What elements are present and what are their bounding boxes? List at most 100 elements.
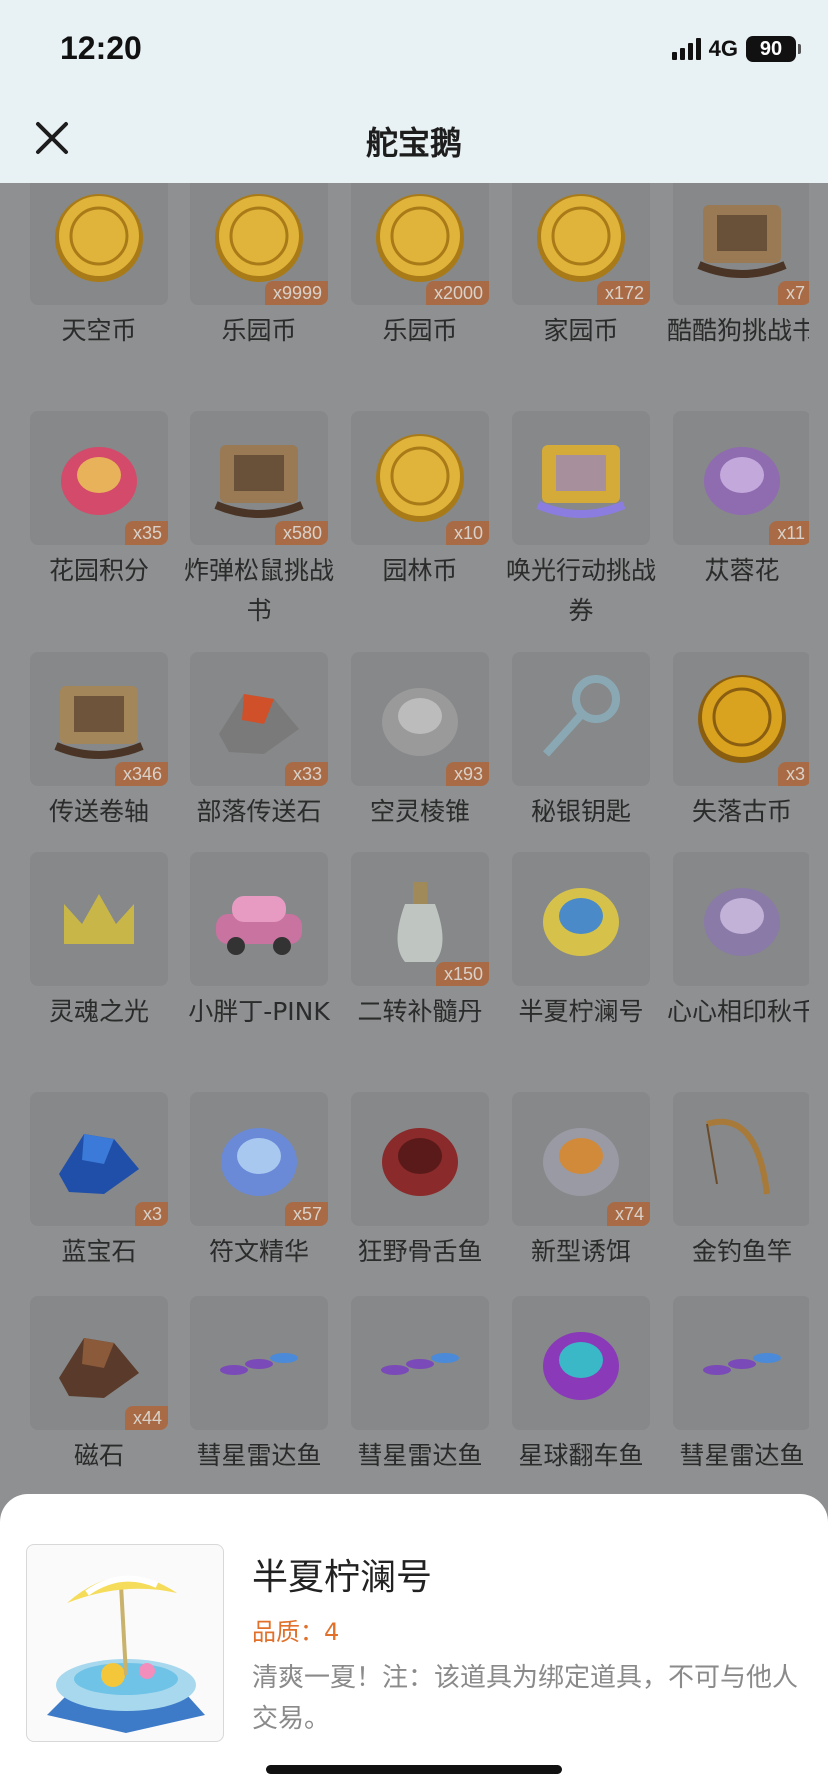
quantity-badge: x10 [445, 521, 489, 545]
grid-item-label: 灵魂之光 [48, 997, 149, 1026]
grid-item[interactable]: x3 失落古币 [662, 652, 809, 832]
grid-item-label: 苁蓉花 [704, 556, 780, 585]
detail-item-name: 半夏柠澜号 [252, 1557, 433, 1598]
arowana-fish-icon [382, 1128, 458, 1196]
grid-item[interactable]: x93 空灵棱锥 [340, 652, 500, 832]
quantity-badge: x35 [124, 521, 168, 545]
grid-item[interactable]: x172 家园币 [501, 183, 661, 351]
grid-item[interactable]: x346 传送卷轴 [19, 652, 179, 832]
grid-item[interactable]: x44 磁石 [19, 1296, 179, 1476]
grid-item[interactable]: 秘银钥匙 [501, 652, 661, 832]
grid-item-image: x11 [673, 411, 809, 545]
grid-item-label: 乐园币 [382, 316, 458, 345]
grid-item-label: 花园积分 [48, 556, 149, 585]
grid-item-label: 星球翻车鱼 [518, 1441, 644, 1470]
grid-item-label: 小胖丁-PINK [188, 997, 330, 1026]
teleport-scroll-icon [54, 686, 144, 759]
float-pool-icon [543, 888, 619, 956]
grid-item[interactable]: x2000 乐园币 [340, 183, 500, 351]
grid-item-image: x57 [190, 1092, 328, 1226]
grid-item[interactable]: 心心相印秋千 [662, 852, 809, 1032]
swing-icon [704, 888, 780, 956]
grid-item-label: 磁石 [73, 1441, 124, 1470]
chest-coin-icon [376, 194, 464, 282]
quantity-badge: x44 [124, 1406, 168, 1430]
grid-item-label: 传送卷轴 [48, 797, 149, 826]
ankh-coin-icon [698, 675, 786, 763]
garden-coin-icon [376, 434, 464, 522]
grid-item[interactable]: x57 符文精华 [179, 1092, 339, 1272]
grid-item-label: 新型诱饵 [530, 1237, 631, 1266]
quantity-badge: x172 [596, 281, 650, 305]
wanted-scroll-icon [214, 445, 304, 518]
grid-item-image: x150 [351, 852, 489, 986]
grid-item-label: 园林币 [382, 556, 458, 585]
quantity-badge: x9999 [264, 281, 328, 305]
grid-item[interactable]: x3 蓝宝石 [19, 1092, 179, 1272]
grid-item-image [190, 852, 328, 986]
home-indicator[interactable] [266, 1765, 562, 1774]
grid-item[interactable]: 彗星雷达鱼 [179, 1296, 339, 1476]
grid-item-label: 家园币 [543, 316, 619, 345]
quantity-badge: x33 [284, 762, 328, 786]
grid-item-label: 唤光行动挑战券 [505, 556, 656, 625]
grid-item-image [673, 1296, 809, 1430]
grid-item[interactable]: x9999 乐园币 [179, 183, 339, 351]
grid-item[interactable]: 彗星雷达鱼 [340, 1296, 500, 1476]
grid-item[interactable]: x150 二转补髓丹 [340, 852, 500, 1032]
rune-essence-icon [221, 1128, 297, 1196]
battery-level: 90 [759, 37, 783, 60]
grid-item-label: 彗星雷达鱼 [357, 1441, 483, 1470]
grid-item-image [512, 1296, 650, 1430]
grid-item-image [512, 852, 650, 986]
grid-item[interactable]: x35 花园积分 [19, 411, 179, 591]
bow-coin-icon [55, 194, 143, 282]
float-pool-icon [47, 1575, 205, 1733]
bottle-icon [397, 882, 443, 962]
detail-item-image [26, 1544, 224, 1742]
grid-item[interactable]: 金钓鱼竿 [662, 1092, 809, 1272]
grid-item-image: x7 [673, 183, 809, 305]
grid-item-label: 酷酷狗挑战书 [666, 316, 809, 345]
grid-item[interactable]: x7 酷酷狗挑战书 [662, 183, 809, 351]
grid-item-label: 蓝宝石 [61, 1237, 137, 1266]
radar-fish-icon [703, 1353, 781, 1375]
grid-item[interactable]: 天空币 [19, 183, 179, 351]
radar-fish-icon [381, 1353, 459, 1375]
grid-item-label: 空灵棱锥 [369, 797, 470, 826]
grid-item-label: 狂野骨舌鱼 [357, 1237, 483, 1266]
grid-item-label: 半夏柠澜号 [518, 997, 644, 1026]
grid-item-image [673, 852, 809, 986]
grid-item-label: 天空币 [61, 316, 137, 345]
grid-item[interactable]: x33 部落传送石 [179, 652, 339, 832]
grid-item[interactable]: 唤光行动挑战券 [501, 411, 661, 631]
grid-item[interactable]: x580 炸弹松鼠挑战书 [179, 411, 339, 631]
quantity-badge: x11 [769, 521, 809, 545]
grid-item[interactable]: 小胖丁-PINK [179, 852, 339, 1032]
grid-item-image [673, 1092, 809, 1226]
grid-item[interactable]: x10 园林币 [340, 411, 500, 591]
grid-item-image: x74 [512, 1092, 650, 1226]
grid-item-label: 金钓鱼竿 [691, 1237, 792, 1266]
grid-item[interactable]: 狂野骨舌鱼 [340, 1092, 500, 1272]
quantity-badge: x57 [284, 1202, 328, 1226]
grid-item[interactable]: 灵魂之光 [19, 852, 179, 1032]
grid-item[interactable]: x11 苁蓉花 [662, 411, 809, 591]
status-indicators: 4G 90 [671, 34, 801, 64]
grid-item[interactable]: 半夏柠澜号 [501, 852, 661, 1032]
radar-fish-icon [220, 1353, 298, 1375]
home-coin-icon [537, 194, 625, 282]
grid-item[interactable]: 彗星雷达鱼 [662, 1296, 809, 1476]
signal-icon [671, 38, 701, 60]
pyramid-icon [382, 688, 458, 756]
grid-item-label: 炸弹松鼠挑战书 [183, 556, 334, 625]
top-bar: 12:20 4G 90 舵宝鹅 [0, 0, 828, 183]
quantity-badge: x150 [435, 962, 489, 986]
grid-item[interactable]: x74 新型诱饵 [501, 1092, 661, 1272]
grid-item[interactable]: 星球翻车鱼 [501, 1296, 661, 1476]
quantity-badge: x2000 [425, 281, 489, 305]
grid-item-image: x10 [351, 411, 489, 545]
grid-item-label: 二转补髓丹 [357, 997, 483, 1026]
pink-car-icon [216, 896, 302, 955]
grid-item-label: 乐园币 [221, 316, 297, 345]
